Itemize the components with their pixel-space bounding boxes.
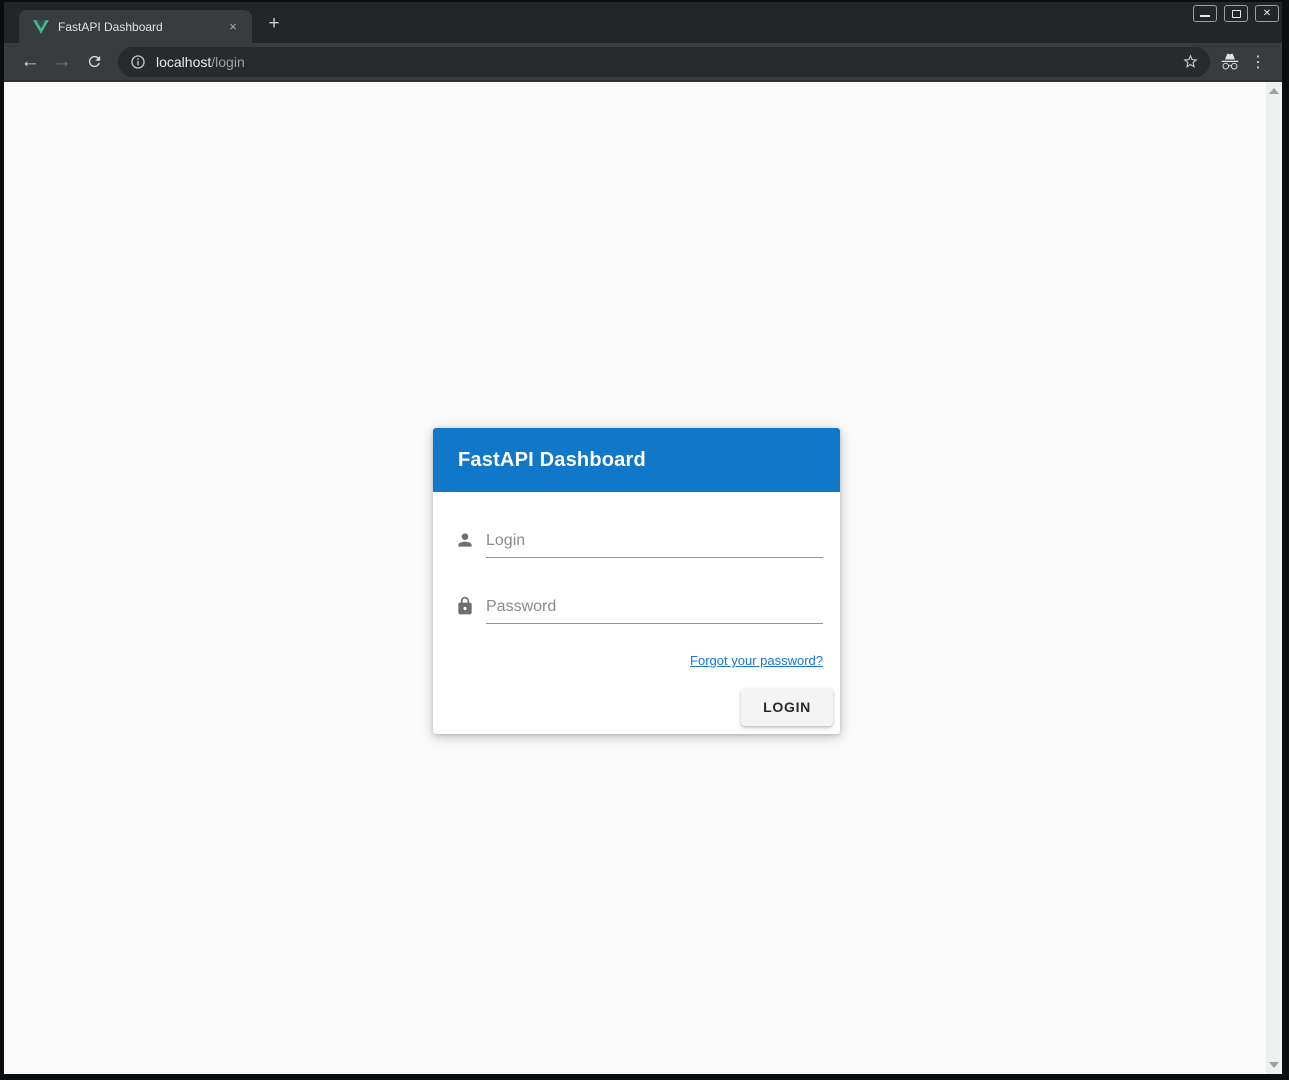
star-icon <box>1182 53 1199 70</box>
url-host: localhost <box>156 54 211 70</box>
person-icon <box>455 530 475 550</box>
maximize-icon <box>1232 10 1241 18</box>
vue-logo-icon <box>33 19 49 35</box>
close-button[interactable]: ✕ <box>1255 5 1279 22</box>
password-field-row <box>450 594 823 624</box>
page-info-icon[interactable] <box>130 54 146 70</box>
back-button[interactable]: ← <box>16 48 44 76</box>
tab-title: FastAPI Dashboard <box>58 20 224 34</box>
new-tab-button[interactable]: + <box>260 11 288 39</box>
tab-close-icon[interactable]: × <box>224 18 242 36</box>
reload-icon <box>86 53 103 70</box>
reload-button[interactable] <box>80 48 108 76</box>
tab-fastapi-dashboard[interactable]: FastAPI Dashboard × <box>19 10 252 43</box>
password-input[interactable] <box>486 594 823 624</box>
login-card-actions: LOGIN <box>433 672 840 734</box>
login-card-header: FastAPI Dashboard <box>433 428 840 492</box>
login-button[interactable]: LOGIN <box>741 688 833 726</box>
forward-button[interactable]: → <box>48 48 76 76</box>
maximize-button[interactable] <box>1224 5 1248 22</box>
login-card-title: FastAPI Dashboard <box>458 449 646 472</box>
bookmark-button[interactable] <box>1176 48 1204 76</box>
incognito-icon <box>1220 52 1240 72</box>
url-path: /login <box>211 54 244 70</box>
scroll-down-arrow-icon[interactable] <box>1269 1062 1279 1068</box>
address-bar[interactable]: localhost/login <box>118 47 1210 77</box>
incognito-indicator <box>1216 48 1244 76</box>
minimize-icon <box>1200 15 1210 17</box>
scrollbar[interactable] <box>1266 82 1282 1074</box>
browser-window: FastAPI Dashboard × + ✕ ← → localhost/lo… <box>0 0 1289 1080</box>
browser-toolbar: ← → localhost/login ⋮ <box>4 43 1282 82</box>
login-card-body: Forgot your password? <box>433 492 840 672</box>
minimize-button[interactable] <box>1193 5 1217 22</box>
browser-menu-button[interactable]: ⋮ <box>1244 48 1272 76</box>
forgot-password-link[interactable]: Forgot your password? <box>690 653 823 668</box>
forgot-password-row: Forgot your password? <box>450 652 823 672</box>
url-text[interactable]: localhost/login <box>156 54 1176 70</box>
login-field-row <box>450 528 823 558</box>
scroll-up-arrow-icon[interactable] <box>1269 88 1279 94</box>
lock-icon <box>455 596 475 616</box>
page-content: FastAPI Dashboard Forgot your password? <box>4 82 1282 1074</box>
tab-strip: FastAPI Dashboard × + ✕ <box>4 2 1282 43</box>
window-controls: ✕ <box>1193 5 1279 22</box>
login-card: FastAPI Dashboard Forgot your password? <box>433 428 840 734</box>
login-input[interactable] <box>486 528 823 558</box>
